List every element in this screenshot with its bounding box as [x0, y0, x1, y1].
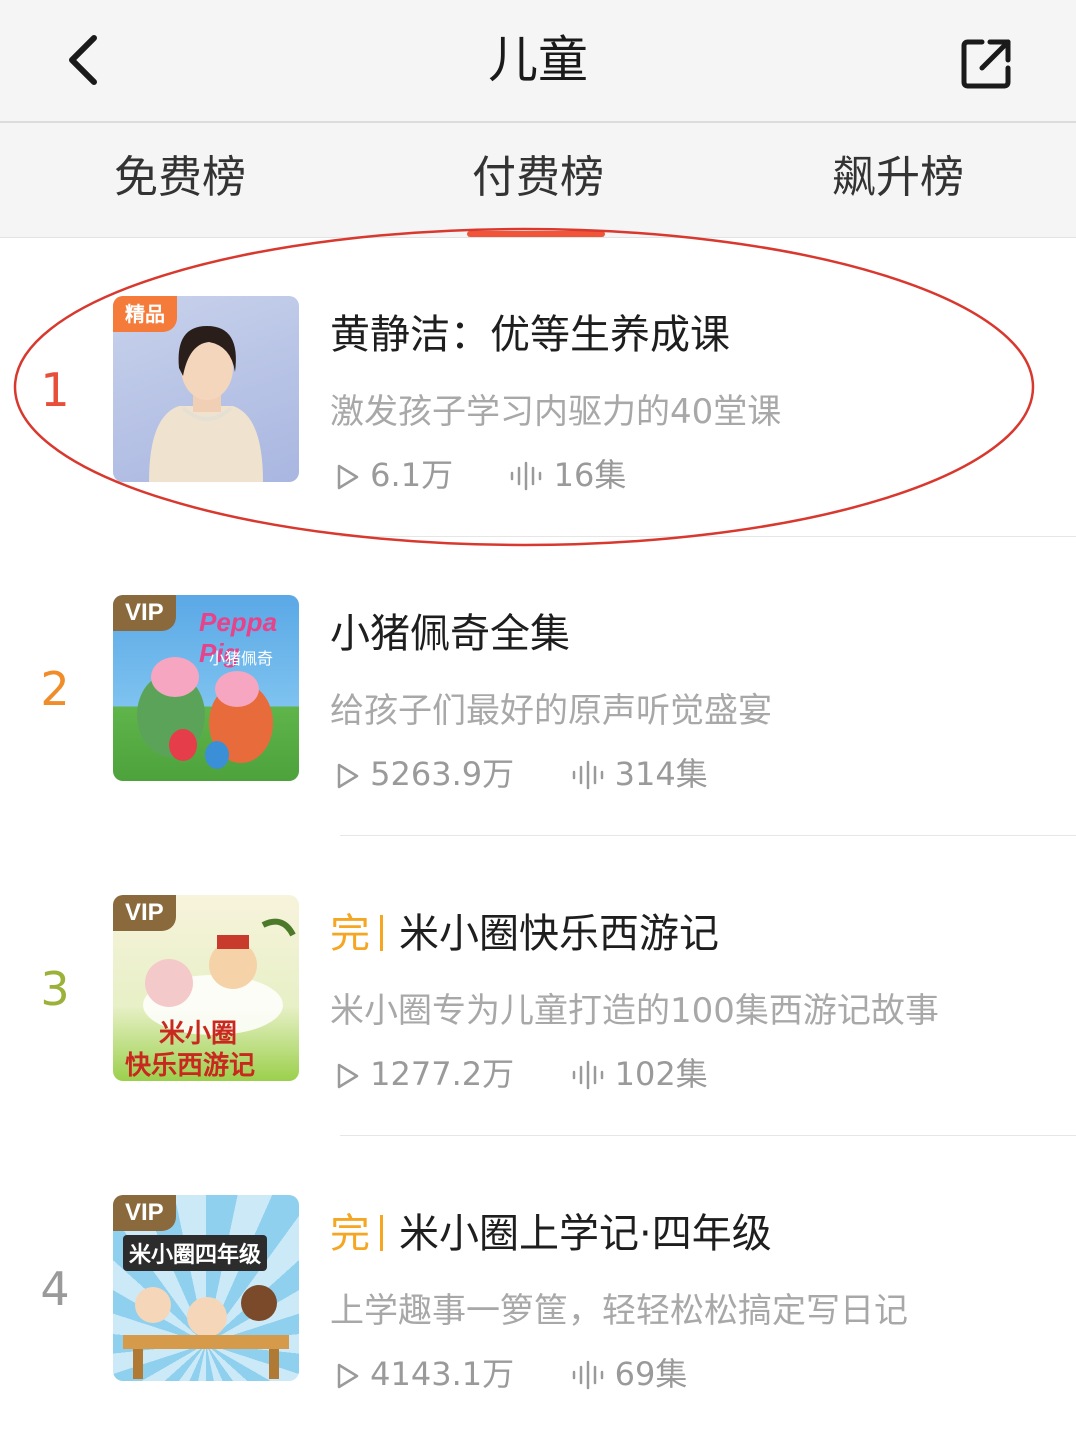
album-title-text: 米小圈上学记·四年级 [399, 1211, 772, 1257]
tab-paid[interactable]: 付费榜 [438, 123, 638, 237]
back-button[interactable] [60, 28, 110, 92]
play-count: 6.1万 [370, 456, 454, 494]
album-title: 小猪佩奇全集 [330, 611, 570, 657]
audio-wave-icon [572, 1060, 603, 1090]
completed-tag: 完 [330, 911, 370, 957]
list-item[interactable]: 2 VIP Peppa Pig 小猪佩奇 小猪佩奇全集 给孩子们最好的原声听觉盛… [0, 537, 1076, 836]
divider [340, 835, 1076, 836]
nav-bar: 儿童 [0, 0, 1076, 123]
divider [340, 1135, 1076, 1136]
cover-subtitle: 快乐西游记 [125, 1051, 256, 1081]
album-description: 上学趣事一箩筐，轻轻松松搞定写日记 [330, 1291, 908, 1331]
vip-badge: VIP [113, 1195, 176, 1231]
share-icon [961, 39, 1011, 89]
play-count: 4143.1万 [370, 1355, 515, 1393]
chevron-left-icon [69, 35, 97, 85]
album-title-text: 米小圈快乐西游记 [399, 911, 719, 957]
album-title: 完米小圈快乐西游记 [330, 901, 719, 959]
rank-number: 2 [40, 662, 70, 716]
list-item[interactable]: 1 精品 黄静洁：优等生养成课 激发孩子学习内驱力的40堂课 6.1万 16集 [0, 238, 1076, 537]
cover-subtitle: 小猪佩奇 [209, 649, 274, 668]
album-cover: VIP Peppa Pig 小猪佩奇 [113, 595, 299, 781]
page-title: 儿童 [488, 31, 588, 89]
episode-count: 102集 [614, 1055, 708, 1093]
audio-wave-icon [572, 1360, 603, 1390]
play-icon [337, 763, 359, 789]
list-item[interactable]: 3 VIP 米小圈 快乐西游记 完米小圈快乐西游记 米小圈专为儿童打造的100集… [0, 837, 1076, 1136]
album-stats: 4143.1万 69集 [336, 1349, 687, 1393]
ranking-tabs: 免费榜 付费榜 飙升榜 [0, 123, 1076, 238]
episode-count: 16集 [553, 456, 627, 494]
play-icon [337, 1363, 359, 1389]
album-description: 米小圈专为儿童打造的100集西游记故事 [330, 991, 939, 1031]
album-cover: VIP 米小圈四年级 [113, 1195, 299, 1381]
active-tab-indicator [467, 231, 605, 237]
vip-badge: VIP [113, 895, 176, 931]
album-cover: 精品 [113, 296, 299, 482]
play-count: 1277.2万 [370, 1055, 515, 1093]
album-title: 完米小圈上学记·四年级 [330, 1201, 772, 1259]
album-stats: 1277.2万 102集 [336, 1049, 708, 1093]
play-icon [337, 1063, 359, 1089]
audio-wave-icon [511, 461, 542, 491]
list-item[interactable]: 4 VIP 米小圈四年级 完米小圈上学记·四年级 上学趣事一箩筐，轻轻松松搞定写… [0, 1137, 1076, 1436]
play-icon [337, 464, 359, 490]
episode-count: 314集 [614, 755, 708, 793]
album-description: 给孩子们最好的原声听觉盛宴 [330, 691, 772, 731]
album-stats: 6.1万 16集 [336, 450, 626, 494]
tab-rising[interactable]: 飙升榜 [798, 123, 998, 237]
rank-number: 3 [40, 962, 70, 1016]
audio-wave-icon [572, 760, 603, 790]
cover-title: 米小圈四年级 [123, 1235, 268, 1271]
rank-number: 1 [40, 363, 70, 417]
play-count: 5263.9万 [370, 755, 515, 793]
completed-tag: 完 [330, 1211, 370, 1257]
album-stats: 5263.9万 314集 [336, 749, 708, 793]
tab-free[interactable]: 免费榜 [80, 123, 280, 237]
album-title: 黄静洁：优等生养成课 [330, 312, 730, 358]
tag-separator [380, 915, 383, 951]
tag-separator [380, 1215, 383, 1251]
rank-number: 4 [40, 1262, 70, 1316]
share-button[interactable] [958, 34, 1016, 92]
premium-badge: 精品 [113, 296, 177, 332]
episode-count: 69集 [614, 1355, 688, 1393]
vip-badge: VIP [113, 595, 176, 631]
album-description: 激发孩子学习内驱力的40堂课 [330, 392, 782, 432]
album-cover: VIP 米小圈 快乐西游记 [113, 895, 299, 1081]
